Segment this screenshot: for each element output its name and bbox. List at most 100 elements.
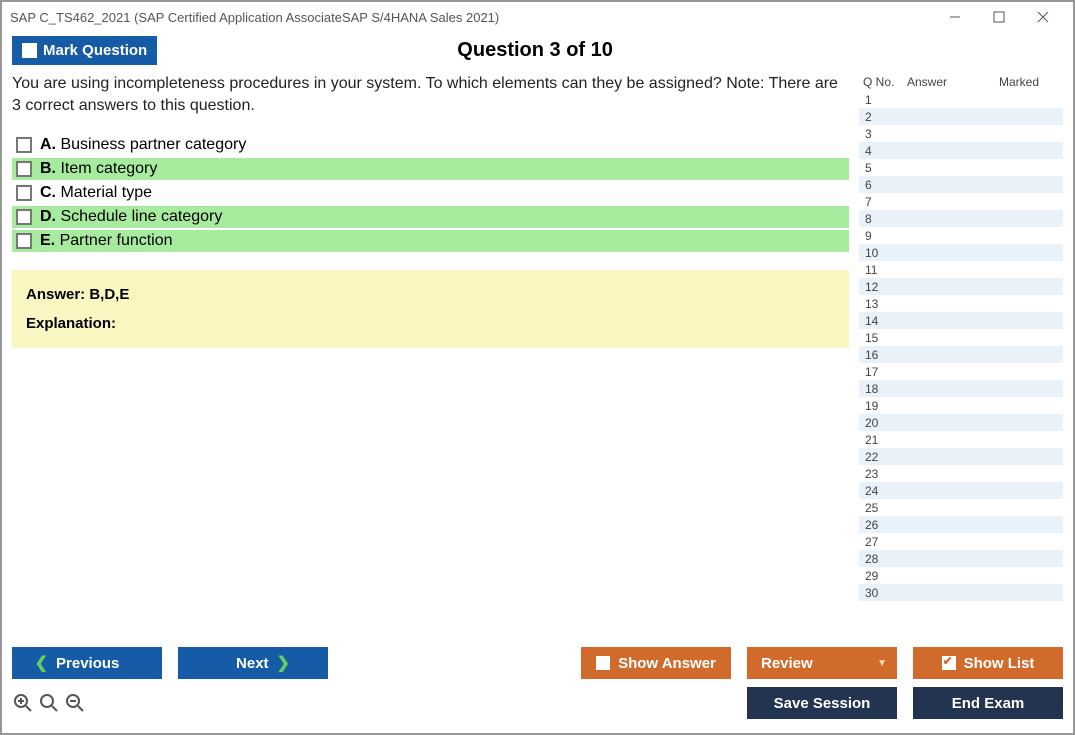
question-text: You are using incompleteness procedures … [12,73,849,118]
nav-row[interactable]: 11 [859,261,1063,278]
nav-row[interactable]: 14 [859,312,1063,329]
option-checkbox[interactable] [16,137,32,153]
nav-row[interactable]: 21 [859,431,1063,448]
option-checkbox[interactable] [16,233,32,249]
nav-qno: 25 [865,501,895,515]
nav-row[interactable]: 13 [859,295,1063,312]
options-list: A. Business partner categoryB. Item cate… [12,134,849,252]
nav-qno: 28 [865,552,895,566]
save-session-button[interactable]: Save Session [747,687,897,719]
nav-qno: 5 [865,161,895,175]
nav-qno: 2 [865,110,895,124]
mark-checkbox-icon [22,43,37,58]
nav-row[interactable]: 25 [859,499,1063,516]
nav-row[interactable]: 24 [859,482,1063,499]
nav-qno: 12 [865,280,895,294]
option-row[interactable]: A. Business partner category [12,134,849,156]
show-list-label: Show List [964,655,1035,672]
dropdown-triangle-icon: ▼ [877,658,887,669]
nav-row[interactable]: 12 [859,278,1063,295]
nav-row[interactable]: 1 [859,91,1063,108]
nav-row[interactable]: 22 [859,448,1063,465]
nav-row[interactable]: 5 [859,159,1063,176]
show-answer-checkbox-icon [596,656,610,670]
next-label: Next [236,655,269,672]
nav-qno: 23 [865,467,895,481]
zoom-reset-icon[interactable] [38,693,60,713]
nav-qno: 17 [865,365,895,379]
nav-row[interactable]: 2 [859,108,1063,125]
nav-row[interactable]: 17 [859,363,1063,380]
nav-row[interactable]: 29 [859,567,1063,584]
nav-row[interactable]: 28 [859,550,1063,567]
option-row[interactable]: E. Partner function [12,230,849,252]
nav-row[interactable]: 9 [859,227,1063,244]
nav-qno: 13 [865,297,895,311]
option-row[interactable]: B. Item category [12,158,849,180]
option-checkbox[interactable] [16,209,32,225]
nav-qno: 9 [865,229,895,243]
nav-row[interactable]: 10 [859,244,1063,261]
show-answer-label: Show Answer [618,655,716,672]
nav-qno: 30 [865,586,895,600]
nav-body[interactable]: 1234567891011121314151617181920212223242… [859,91,1063,637]
nav-qno: 14 [865,314,895,328]
nav-qno: 21 [865,433,895,447]
chevron-right-icon: ❯ [277,653,290,673]
nav-qno: 1 [865,93,895,107]
window-title: SAP C_TS462_2021 (SAP Certified Applicat… [10,10,499,25]
option-text: Material type [60,184,152,201]
chevron-left-icon: ❮ [35,653,48,673]
mark-question-button[interactable]: Mark Question [12,36,157,65]
show-list-button[interactable]: Show List [913,647,1063,679]
nav-row[interactable]: 15 [859,329,1063,346]
answer-line: Answer: B,D,E [26,286,835,303]
option-checkbox[interactable] [16,185,32,201]
option-letter: D. [40,208,56,225]
nav-qno: 15 [865,331,895,345]
minimize-button[interactable] [933,3,977,31]
end-exam-button[interactable]: End Exam [913,687,1063,719]
close-button[interactable] [1021,3,1065,31]
nav-row[interactable]: 4 [859,142,1063,159]
option-row[interactable]: C. Material type [12,182,849,204]
maximize-button[interactable] [977,3,1021,31]
zoom-in-icon[interactable] [12,693,34,713]
review-dropdown[interactable]: Review ▼ [747,647,897,679]
show-list-checkbox-icon [942,656,956,670]
option-letter: C. [40,184,56,201]
nav-qno: 3 [865,127,895,141]
next-button[interactable]: Next ❯ [178,647,328,679]
nav-row[interactable]: 26 [859,516,1063,533]
nav-row[interactable]: 18 [859,380,1063,397]
nav-qno: 19 [865,399,895,413]
nav-row[interactable]: 8 [859,210,1063,227]
question-panel: You are using incompleteness procedures … [12,73,849,637]
nav-row[interactable]: 23 [859,465,1063,482]
option-letter: B. [40,160,56,177]
question-nav-panel: Q No. Answer Marked 12345678910111213141… [859,73,1063,637]
nav-header: Q No. Answer Marked [859,73,1063,91]
nav-row[interactable]: 3 [859,125,1063,142]
previous-button[interactable]: ❮ Previous [12,647,162,679]
nav-qno: 16 [865,348,895,362]
nav-row[interactable]: 19 [859,397,1063,414]
header-row: Mark Question Question 3 of 10 [12,36,1063,65]
show-answer-button[interactable]: Show Answer [581,647,731,679]
nav-row[interactable]: 27 [859,533,1063,550]
titlebar: SAP C_TS462_2021 (SAP Certified Applicat… [2,2,1073,32]
zoom-out-icon[interactable] [64,693,86,713]
option-checkbox[interactable] [16,161,32,177]
nav-row[interactable]: 30 [859,584,1063,601]
nav-qno: 29 [865,569,895,583]
option-letter: A. [40,136,56,153]
option-letter: E. [40,232,55,249]
nav-row[interactable]: 16 [859,346,1063,363]
nav-col-marked: Marked [999,75,1059,89]
zoom-controls [12,693,86,713]
nav-qno: 8 [865,212,895,226]
nav-row[interactable]: 7 [859,193,1063,210]
nav-row[interactable]: 6 [859,176,1063,193]
nav-row[interactable]: 20 [859,414,1063,431]
option-row[interactable]: D. Schedule line category [12,206,849,228]
